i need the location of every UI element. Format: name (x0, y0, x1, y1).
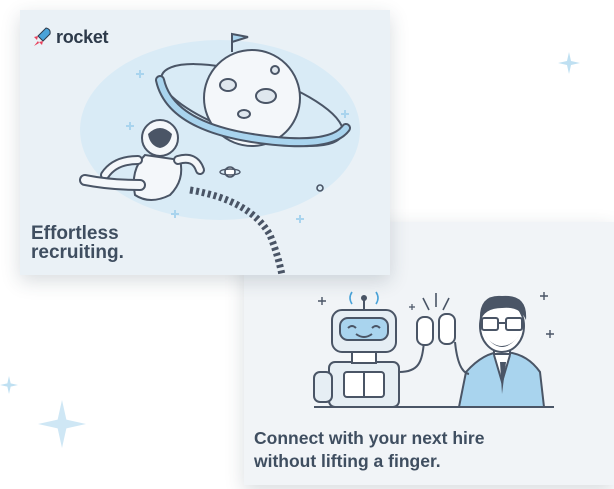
sparkle-icon (0, 376, 18, 394)
brand-name: rocket (56, 26, 109, 47)
rocket-icon (34, 27, 51, 46)
headline-line-2: without lifting a finger. (254, 451, 441, 471)
feature-card-recruiting: rocket Effortless recruiting. (20, 10, 390, 275)
brand-logo[interactable]: rocket (32, 26, 109, 48)
feature-headline: Effortless recruiting. (31, 224, 231, 262)
sparkle-icon (38, 400, 86, 448)
headline-line-1: Connect with your next hire (254, 428, 485, 448)
feature-headline: Connect with your next hire without lift… (254, 427, 594, 473)
sparkle-icon (558, 52, 580, 74)
headline-line-1: Effortless (31, 223, 119, 244)
headline-line-2: recruiting. (31, 242, 124, 263)
